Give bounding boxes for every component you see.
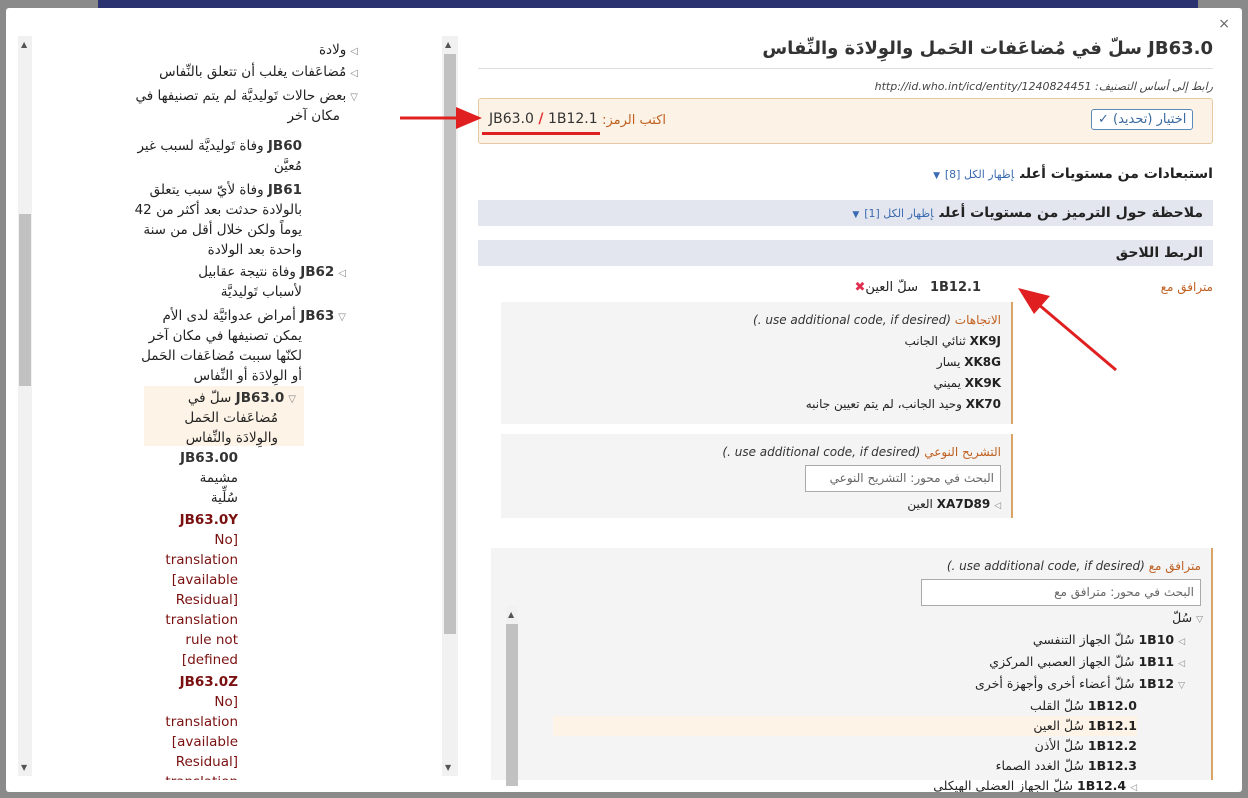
code-box: اكتب الرمز: JB63.0 / 1B12.1 اختيار (تحدي…: [478, 98, 1213, 144]
scroll-up-icon[interactable]: ▲: [508, 610, 514, 619]
cluster-code: JB63.0 / 1B12.1: [489, 111, 598, 127]
collapse-icon[interactable]: ▽: [338, 312, 346, 323]
select-button[interactable]: اختيار (تحديد) ✓: [1091, 109, 1194, 130]
inner-scrollbar[interactable]: ▲: [506, 606, 518, 786]
remove-icon[interactable]: ✖: [855, 280, 866, 295]
associated-value: 1B12.1سلّ العين✖: [854, 280, 981, 295]
associated-tree: ▽ سُلّ ◁ 1B10 سُلّ الجهاز التنفسي ◁ 1B11…: [493, 608, 1213, 792]
tree-item-code[interactable]: JB63.0Z: [180, 672, 238, 692]
scroll-thumb[interactable]: [444, 54, 456, 634]
left-scrollbar[interactable]: ▲ ▼: [18, 36, 32, 776]
scroll-up-icon[interactable]: ▲: [21, 40, 27, 49]
scroll-down-icon[interactable]: ▼: [21, 763, 27, 772]
laterality-box: الاتجاهات (use additional code, if desir…: [501, 302, 1013, 424]
collapse-icon[interactable]: ▽: [288, 394, 296, 405]
tree-item[interactable]: JB60 وفاة تَوليديَّة لسبب غير: [137, 136, 302, 156]
anatomy-search-input[interactable]: البحث في محور: التشريح النوعي: [805, 465, 1001, 492]
show-all-link[interactable]: إظهار الكل [8]: [945, 168, 1014, 181]
tree-item[interactable]: ◁JB62 وفاة نتيجة عقابيل: [198, 262, 346, 284]
tree-item[interactable]: ▽ 1B12 سُلّ أعضاء أخرى وأجهزة أخرى: [493, 674, 1185, 696]
expand-icon: ◁: [1178, 637, 1185, 647]
tree-item[interactable]: ▽JB63.0 سلّ في: [188, 388, 296, 410]
background-header-strip: [98, 0, 1198, 8]
tree-item-code[interactable]: JB63.00: [180, 448, 238, 468]
tree-scrollbar[interactable]: ▲ ▼: [442, 36, 458, 776]
tree-item[interactable]: ◁ولادة: [319, 40, 358, 62]
axis-value[interactable]: ◁ XA7D89 العين: [511, 494, 1001, 517]
tree-item[interactable]: 1B12.0 سُلّ القلب: [493, 696, 1137, 716]
scroll-thumb[interactable]: [19, 214, 31, 386]
tree-item-text: مكان آخر: [287, 108, 340, 124]
tree-item[interactable]: JB61 وفاة لأيّ سبب يتعلق: [150, 180, 302, 200]
coding-note-header[interactable]: ملاحظة حول الترميز من مستويات أعلىإظهار …: [478, 200, 1213, 226]
entity-title: JB63.0 سلّ في مُضاعَفات الحَمل والوِلادَ…: [762, 38, 1213, 59]
tree-item[interactable]: ▽ سُلّ: [493, 608, 1203, 630]
scroll-down-icon[interactable]: ▼: [445, 763, 451, 772]
expand-icon: ◁: [994, 501, 1001, 511]
classification-tree: ◁ولادة ◁مُضاعَفات يغلب أن تتعلق بالنِّفا…: [134, 40, 358, 780]
exclusions-header[interactable]: استبعادات من مستويات أعلىإظهار الكل [8] …: [933, 166, 1213, 182]
collapse-icon: ▽: [1196, 615, 1203, 625]
tree-item[interactable]: 1B12.3 سُلّ الغدد الصماء: [493, 756, 1137, 776]
tree-item[interactable]: 1B12.2 سُلّ الأذن: [493, 736, 1137, 756]
associated-with-label: مترافق مع: [1160, 280, 1213, 294]
expand-icon: ◁: [1178, 659, 1185, 669]
tree-item[interactable]: ▽JB63 أمراض عدوائيَّة لدى الأم: [162, 306, 346, 328]
tree-item[interactable]: ▽بعض حالات تَوليديَّة لم يتم تصنيفها في: [135, 86, 358, 108]
foundation-uri: رابط إلى أساس التصنيف: http://id.who.int…: [874, 80, 1213, 93]
collapse-icon: ▽: [1178, 681, 1185, 691]
tree-item[interactable]: ◁مُضاعَفات يغلب أن تتعلق بالنِّفاس: [159, 62, 358, 84]
uri-link[interactable]: http://id.who.int/icd/entity/1240824451: [875, 80, 1092, 93]
axis-value[interactable]: XK8G يسار: [511, 352, 1001, 373]
chevron-down-icon[interactable]: ▼: [933, 171, 940, 181]
collapse-icon[interactable]: ▽: [350, 92, 358, 103]
tree-item[interactable]: ◁ 1B10 سُلّ الجهاز التنفسي: [493, 630, 1185, 652]
chevron-down-icon[interactable]: ▼: [852, 210, 859, 220]
expand-icon: ◁: [1130, 783, 1137, 792]
coding-tool-dialog: × ▲ ▼ ◁ولادة ◁مُضاعَفات يغلب أن تتعلق با…: [6, 8, 1242, 792]
close-icon[interactable]: ×: [1218, 16, 1230, 32]
tree-item-selected[interactable]: 1B12.1 سُلّ العين: [553, 716, 1137, 736]
expand-icon[interactable]: ◁: [338, 268, 346, 279]
show-all-link[interactable]: إظهار الكل [1]: [864, 207, 933, 220]
postcoordination-header: الربط اللاحق: [478, 240, 1213, 266]
axis-value[interactable]: XK70 وحيد الجانب، لم يتم تعيين جانبه: [511, 394, 1001, 415]
tree-item-code[interactable]: JB63.0Y: [180, 510, 238, 530]
divider: [478, 68, 1213, 69]
expand-icon[interactable]: ◁: [350, 46, 358, 57]
associated-search-input[interactable]: البحث في محور: مترافق مع: [921, 579, 1201, 606]
code-label: اكتب الرمز:: [602, 113, 666, 128]
anatomy-box: التشريح النوعي (use additional code, if …: [501, 434, 1013, 518]
expand-icon[interactable]: ◁: [350, 68, 358, 79]
tree-item[interactable]: ◁ 1B11 سُلّ الجهاز العصبي المركزي: [493, 652, 1185, 674]
scroll-up-icon[interactable]: ▲: [445, 40, 451, 49]
tree-item[interactable]: ◁ 1B12.4 سُلّ الجهاز العضلي الهيكلي: [493, 776, 1137, 792]
scroll-thumb[interactable]: [506, 624, 518, 786]
annotation-underline: [482, 132, 600, 135]
entity-detail-pane: JB63.0 سلّ في مُضاعَفات الحَمل والوِلادَ…: [478, 36, 1213, 792]
axis-value[interactable]: XK9K يميني: [511, 373, 1001, 394]
axis-value[interactable]: XK9J ثنائي الجانب: [511, 331, 1002, 352]
